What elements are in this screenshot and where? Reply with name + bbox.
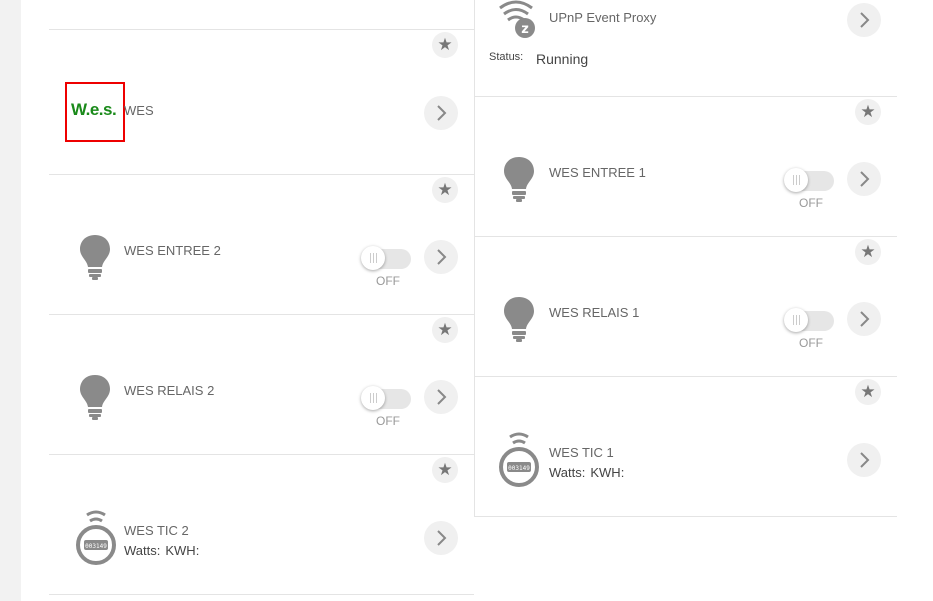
light-bulb-icon — [78, 373, 112, 426]
chevron-right-icon[interactable] — [424, 240, 458, 274]
device-card-wes-entree-1 — [475, 97, 897, 237]
power-toggle[interactable] — [784, 308, 836, 332]
svg-text:z: z — [521, 22, 529, 37]
device-name: WES RELAIS 2 — [124, 383, 215, 398]
power-toggle[interactable] — [361, 386, 413, 410]
favorite-star-icon[interactable]: ★ — [855, 99, 881, 125]
meter-readings: Watts: KWH: — [124, 543, 199, 558]
upnp-proxy-icon: z — [498, 0, 540, 45]
device-card-wes-relais-1 — [475, 237, 897, 377]
device-card-top-partial — [49, 0, 474, 30]
meter-readings: Watts: KWH: — [549, 465, 624, 480]
svg-text:003149: 003149 — [508, 465, 530, 472]
power-toggle[interactable] — [361, 246, 413, 270]
chevron-right-icon[interactable] — [847, 3, 881, 37]
light-bulb-icon — [502, 155, 536, 208]
watts-label: Watts: — [549, 465, 586, 480]
wes-logo: W.e.s. — [65, 82, 125, 142]
status-label: Status: — [489, 51, 524, 63]
energy-meter-icon: 003149 — [498, 431, 540, 494]
status-value: Running — [536, 51, 589, 67]
energy-meter-icon: 003149 — [75, 509, 117, 572]
device-name: UPnP Event Proxy — [549, 10, 657, 25]
favorite-star-icon[interactable]: ★ — [855, 379, 881, 405]
chevron-right-icon[interactable] — [424, 521, 458, 555]
favorite-star-icon[interactable]: ★ — [432, 32, 458, 58]
favorite-star-icon[interactable]: ★ — [432, 457, 458, 483]
device-name: WES TIC 2 — [124, 523, 189, 538]
toggle-state-label: OFF — [376, 274, 400, 288]
chevron-right-icon[interactable] — [847, 443, 881, 477]
device-name: WES RELAIS 1 — [549, 305, 640, 320]
device-name: WES ENTREE 1 — [549, 165, 646, 180]
chevron-right-icon[interactable] — [847, 162, 881, 196]
toggle-state-label: OFF — [376, 414, 400, 428]
svg-text:003149: 003149 — [85, 543, 107, 550]
device-card-wes-relais-2 — [49, 315, 474, 455]
favorite-star-icon[interactable]: ★ — [855, 239, 881, 265]
chevron-right-icon[interactable] — [424, 380, 458, 414]
light-bulb-icon — [502, 295, 536, 348]
favorite-star-icon[interactable]: ★ — [432, 177, 458, 203]
toggle-state-label: OFF — [799, 336, 823, 350]
device-name: WES TIC 1 — [549, 445, 614, 460]
page-left-gutter — [0, 0, 21, 601]
device-name: WES — [124, 103, 154, 118]
chevron-right-icon[interactable] — [847, 302, 881, 336]
light-bulb-icon — [78, 233, 112, 286]
kwh-label: KWH: — [165, 543, 200, 558]
power-toggle[interactable] — [784, 168, 836, 192]
toggle-state-label: OFF — [799, 196, 823, 210]
device-card-wes-entree-2 — [49, 175, 474, 315]
chevron-right-icon[interactable] — [424, 96, 458, 130]
device-name: WES ENTREE 2 — [124, 243, 221, 258]
favorite-star-icon[interactable]: ★ — [432, 317, 458, 343]
watts-label: Watts: — [124, 543, 161, 558]
kwh-label: KWH: — [590, 465, 625, 480]
wes-logo-text: W.e.s. — [71, 100, 117, 119]
